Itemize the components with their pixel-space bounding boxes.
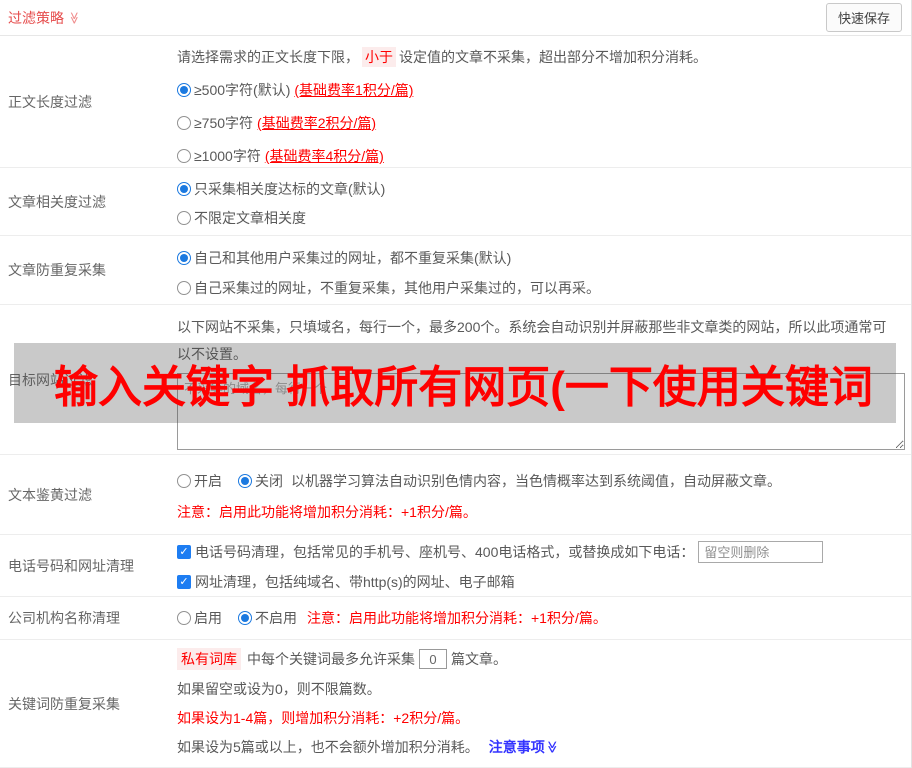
section-article-dedup-label: 文章防重复采集 [0,236,177,304]
section-company-clean-label: 公司机构名称清理 [0,597,177,639]
radio-icon-company-off[interactable] [238,611,252,625]
section-article-dedup: 文章防重复采集 自己和其他用户采集过的网址，都不重复采集(默认) 自己采集过的网… [0,236,911,305]
keyword-note-five: 如果设为5篇或以上，也不会额外增加积分消耗。 [177,737,479,757]
option-text: ≥750字符 [194,113,253,133]
porn-filter-note: 注意：启用此功能将增加积分消耗：+1积分/篇。 [177,502,905,522]
watermark-overlay: 输入关键字 抓取所有网页(一下使用关键词 [14,343,896,423]
radio-icon[interactable] [177,251,191,265]
radio-option-500[interactable]: ≥500字符(默认) (基础费率1积分/篇) [177,80,905,100]
private-lexicon-badge: 私有词库 [177,648,241,670]
replacement-phone-input[interactable] [698,541,823,563]
section-keyword-dedup-label: 关键词防重复采集 [0,640,177,767]
section-porn-filter: 文本鉴黄过滤 开启 关闭 以机器学习算法自动识别色情内容，当色情概率达到系统阈值… [0,455,911,535]
section-phone-url: 电话号码和网址清理 ✓ 电话号码清理，包括常见的手机号、座机号、400电话格式，… [0,535,911,597]
option-text: 不启用 [255,608,297,628]
option-text: 电话号码清理，包括常见的手机号、座机号、400电话格式，或替换成如下电话： [195,542,694,562]
section-relevance: 文章相关度过滤 只采集相关度达标的文章(默认) 不限定文章相关度 [0,168,911,236]
radio-option-relevance-default[interactable]: 只采集相关度达标的文章(默认) [177,179,905,199]
radio-icon[interactable] [177,116,191,130]
option-text: 关闭 [255,471,283,491]
section-porn-filter-label: 文本鉴黄过滤 [0,455,177,534]
option-text: 开启 [194,471,222,491]
radio-icon[interactable] [177,182,191,196]
page-title-label: 过滤策略 [8,8,64,28]
section-body-length: 正文长度过滤 请选择需求的正文长度下限，小于设定值的文章不采集，超出部分不增加积… [0,36,911,168]
section-body-length-label: 正文长度过滤 [0,36,177,167]
section-company-clean: 公司机构名称清理 启用 不启用 注意：启用此功能将增加积分消耗：+1积分/篇。 [0,597,911,640]
section-relevance-label: 文章相关度过滤 [0,168,177,235]
watermark-text: 输入关键字 抓取所有网页(一下使用关键词 [14,351,873,415]
radio-option-750[interactable]: ≥750字符 (基础费率2积分/篇) [177,113,905,133]
checkbox-row-phone[interactable]: ✓ 电话号码清理，包括常见的手机号、座机号、400电话格式，或替换成如下电话： [177,541,905,563]
section-keyword-dedup: 关键词防重复采集 私有词库 中每个关键词最多允许采集 篇文章。 如果留空或设为0… [0,640,911,768]
radio-icon[interactable] [177,211,191,225]
checkbox-icon[interactable]: ✓ [177,545,191,559]
fee-text: (基础费率1积分/篇) [294,80,413,100]
body-length-intro: 请选择需求的正文长度下限，小于设定值的文章不采集，超出部分不增加积分消耗。 [177,47,905,67]
option-text: 不限定文章相关度 [194,208,306,228]
fee-text: (基础费率4积分/篇) [265,146,384,166]
chevron-double-down-icon: ≫ [546,741,558,754]
fee-text: (基础费率2积分/篇) [257,113,376,133]
quick-save-button[interactable]: 快速保存 [826,3,902,32]
keyword-limit-text: 中每个关键词最多允许采集 [247,649,415,669]
radio-icon[interactable] [177,149,191,163]
keyword-note-zero: 如果留空或设为0，则不限篇数。 [177,679,905,699]
radio-icon[interactable] [177,281,191,295]
keyword-limit-input[interactable] [419,649,447,669]
radio-option-relevance-any[interactable]: 不限定文章相关度 [177,208,905,228]
option-text: 启用 [194,608,222,628]
keyword-limit-suffix: 篇文章。 [451,649,507,669]
radio-icon-porn-off[interactable] [238,474,252,488]
keyword-note-cost: 如果设为1-4篇，则增加积分消耗：+2积分/篇。 [177,708,905,728]
radio-icon-company-on[interactable] [177,611,191,625]
radio-icon-porn-on[interactable] [177,474,191,488]
page-title[interactable]: 过滤策略 ≫ [8,8,81,28]
option-text: ≥500字符(默认) [194,80,290,100]
option-text: 自己和其他用户采集过的网址，都不重复采集(默认) [194,248,511,268]
checkbox-row-url[interactable]: ✓ 网址清理，包括纯域名、带http(s)的网址、电子邮箱 [177,572,905,592]
company-clean-note: 注意：启用此功能将增加积分消耗：+1积分/篇。 [307,608,607,628]
notice-link[interactable]: 注意事项 ≫ [489,737,559,757]
option-text: 自己采集过的网址，不重复采集，其他用户采集过的，可以再采。 [194,278,600,298]
chevron-double-down-icon: ≫ [68,11,80,24]
option-text: 网址清理，包括纯域名、带http(s)的网址、电子邮箱 [195,572,515,592]
option-text: 只采集相关度达标的文章(默认) [194,179,385,199]
less-than-highlight: 小于 [362,47,396,67]
porn-filter-description: 以机器学习算法自动识别色情内容，当色情概率达到系统阈值，自动屏蔽文章。 [291,471,781,491]
radio-icon[interactable] [177,83,191,97]
radio-option-dedup-self[interactable]: 自己采集过的网址，不重复采集，其他用户采集过的，可以再采。 [177,278,905,298]
section-phone-url-label: 电话号码和网址清理 [0,535,177,596]
topbar: 过滤策略 ≫ 快速保存 [0,0,911,36]
filter-strategy-page: 过滤策略 ≫ 快速保存 正文长度过滤 请选择需求的正文长度下限，小于设定值的文章… [0,0,912,768]
option-text: ≥1000字符 [194,146,261,166]
checkbox-icon[interactable]: ✓ [177,575,191,589]
radio-option-dedup-all[interactable]: 自己和其他用户采集过的网址，都不重复采集(默认) [177,248,905,268]
radio-option-1000[interactable]: ≥1000字符 (基础费率4积分/篇) [177,146,905,166]
